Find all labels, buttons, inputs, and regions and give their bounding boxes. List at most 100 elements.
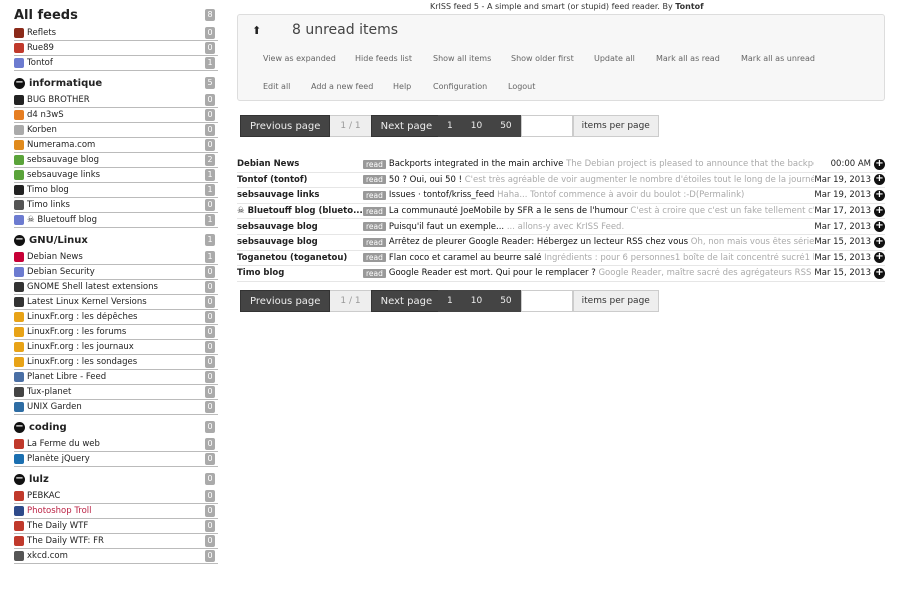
ipp-input[interactable] — [520, 290, 573, 312]
item-source[interactable]: sebsauvage links — [237, 190, 363, 200]
item-text[interactable]: Google Reader est mort. Qui pour le remp… — [389, 268, 814, 278]
author-link[interactable]: Tontof — [675, 2, 703, 11]
group-title[interactable]: − coding — [14, 421, 67, 433]
feed-item[interactable]: xkcd.com 0 — [14, 549, 218, 564]
feed-item[interactable]: Debian Security 0 — [14, 265, 218, 280]
update-all-button[interactable]: Update all — [594, 54, 635, 63]
group-name[interactable]: lulz — [29, 474, 49, 485]
item-text[interactable]: 50 ? Oui, oui 50 ! C'est très agréable d… — [389, 175, 814, 185]
feed-name[interactable]: LinuxFr.org : les journaux — [27, 342, 205, 352]
feed-name[interactable]: The Daily WTF: FR — [27, 536, 205, 546]
feed-item[interactable]: d4 n3wS 0 — [14, 108, 218, 123]
item-title[interactable]: La communauté JoeMobile by SFR a le sens… — [389, 206, 628, 216]
feed-item[interactable]: BUG BROTHER 0 — [14, 93, 218, 108]
feed-item[interactable]: Korben 0 — [14, 123, 218, 138]
feed-name[interactable]: Photoshop Troll — [27, 506, 205, 516]
item-title[interactable]: Puisqu'il faut un exemple... — [389, 222, 504, 232]
feed-name[interactable]: PEBKAC — [27, 491, 205, 501]
expand-icon[interactable]: + — [874, 221, 885, 233]
feed-item[interactable]: sebsauvage links 1 — [14, 168, 218, 183]
feed-name[interactable]: Numerama.com — [27, 140, 205, 150]
ipp-submit-button[interactable]: items per page — [572, 115, 659, 137]
item-source[interactable]: ☠ Bluetouff blog (blueto... — [237, 206, 363, 216]
feed-name[interactable]: d4 n3wS — [27, 110, 205, 120]
feed-name[interactable]: Debian Security — [27, 267, 205, 277]
item-row[interactable]: sebsauvage blog read Puisqu'il faut un exe… — [237, 219, 885, 235]
feed-group-header[interactable]: − coding 0 — [0, 415, 218, 437]
feed-item[interactable]: LinuxFr.org : les dépêches 0 — [14, 310, 218, 325]
show-all-button[interactable]: Show all items — [433, 54, 491, 63]
feed-name[interactable]: Korben — [27, 125, 205, 135]
group-name[interactable]: GNU/Linux — [29, 235, 88, 246]
hide-feeds-button[interactable]: Hide feeds list — [355, 54, 412, 63]
item-row[interactable]: Timo blog read Google Reader est mort. Qui… — [237, 266, 885, 282]
mark-read-button[interactable]: Mark all as read — [656, 54, 720, 63]
feed-item[interactable]: Timo blog 1 — [14, 183, 218, 198]
feed-name[interactable]: sebsauvage blog — [27, 155, 205, 165]
ipp-1-button[interactable]: 1 — [438, 115, 462, 137]
feed-item[interactable]: LinuxFr.org : les sondages 0 — [14, 355, 218, 370]
ipp-50-button[interactable]: 50 — [491, 115, 521, 137]
expand-icon[interactable]: + — [874, 252, 885, 264]
read-toggle-button[interactable]: read — [363, 190, 386, 200]
feed-name[interactable]: LinuxFr.org : les sondages — [27, 357, 205, 367]
mark-unread-button[interactable]: Mark all as unread — [741, 54, 815, 63]
group-name[interactable]: coding — [29, 422, 67, 433]
feed-item[interactable]: Planet Libre - Feed 0 — [14, 370, 218, 385]
group-title[interactable]: − informatique — [14, 77, 102, 89]
item-title[interactable]: Arrêtez de pleurer Google Reader: Héberg… — [389, 237, 688, 247]
feed-item[interactable]: LinuxFr.org : les forums 0 — [14, 325, 218, 340]
item-text[interactable]: Issues · tontof/kriss_feed Haha... Tonto… — [389, 190, 814, 200]
next-page-button[interactable]: Next page — [370, 115, 443, 137]
feed-group-header[interactable]: − informatique 5 — [0, 71, 218, 93]
feed-name[interactable]: Planet Libre - Feed — [27, 372, 205, 382]
item-text[interactable]: Arrêtez de pleurer Google Reader: Héberg… — [389, 237, 814, 247]
show-older-button[interactable]: Show older first — [511, 54, 574, 63]
expand-icon[interactable]: + — [874, 267, 885, 279]
expand-icon[interactable]: + — [874, 189, 885, 201]
add-feed-button[interactable]: Add a new feed — [311, 82, 373, 91]
item-title[interactable]: 50 ? Oui, oui 50 ! — [389, 175, 462, 185]
item-row[interactable]: Tontof (tontof) read 50 ? Oui, oui 50 ! C'… — [237, 173, 885, 189]
ipp-10-button[interactable]: 10 — [461, 115, 492, 137]
feed-item[interactable]: UNIX Garden 0 — [14, 400, 218, 415]
feed-item[interactable]: LinuxFr.org : les journaux 0 — [14, 340, 218, 355]
ipp-input[interactable] — [520, 115, 573, 137]
ipp-10-button[interactable]: 10 — [461, 290, 492, 312]
read-toggle-button[interactable]: read — [363, 222, 386, 232]
item-row[interactable]: sebsauvage blog read Arrêtez de pleurer Go… — [237, 235, 885, 251]
collapse-icon[interactable]: − — [14, 473, 25, 485]
feed-name[interactable]: Tux-planet — [27, 387, 205, 397]
all-feeds-header[interactable]: All feeds 8 — [0, 0, 218, 26]
feed-name[interactable]: LinuxFr.org : les dépêches — [27, 312, 205, 322]
item-row[interactable]: sebsauvage links read Issues · tontof/kris… — [237, 188, 885, 204]
feed-name[interactable]: GNOME Shell latest extensions — [27, 282, 205, 292]
feed-item[interactable]: sebsauvage blog 2 — [14, 153, 218, 168]
expand-icon[interactable]: + — [874, 205, 885, 217]
group-title[interactable]: − lulz — [14, 473, 49, 485]
read-toggle-button[interactable]: read — [363, 253, 386, 263]
collapse-icon[interactable]: − — [14, 421, 25, 433]
collapse-icon[interactable]: − — [14, 77, 25, 89]
feed-name[interactable]: Reflets — [27, 28, 205, 38]
configuration-button[interactable]: Configuration — [433, 82, 487, 91]
feed-name[interactable]: La Ferme du web — [27, 439, 205, 449]
previous-page-button[interactable]: Previous page — [240, 290, 331, 312]
item-text[interactable]: La communauté JoeMobile by SFR a le sens… — [389, 206, 814, 216]
feed-item[interactable]: GNOME Shell latest extensions 0 — [14, 280, 218, 295]
feed-item[interactable]: ☠ Bluetouff blog 1 — [14, 213, 218, 228]
item-title[interactable]: Issues · tontof/kriss_feed — [389, 190, 495, 200]
expand-icon[interactable]: + — [874, 236, 885, 248]
feed-item[interactable]: La Ferme du web 0 — [14, 437, 218, 452]
feed-item[interactable]: Planète jQuery 0 — [14, 452, 218, 467]
feed-group-header[interactable]: − GNU/Linux 1 — [0, 228, 218, 250]
item-title[interactable]: Flan coco et caramel au beurre salé — [389, 253, 542, 263]
read-toggle-button[interactable]: read — [363, 237, 386, 247]
feed-name[interactable]: Latest Linux Kernel Versions — [27, 297, 205, 307]
feed-name[interactable]: Debian News — [27, 252, 205, 262]
logout-button[interactable]: Logout — [508, 82, 535, 91]
next-page-button[interactable]: Next page — [370, 290, 443, 312]
feed-item[interactable]: The Daily WTF: FR 0 — [14, 534, 218, 549]
feed-name[interactable]: BUG BROTHER — [27, 95, 205, 105]
feed-name[interactable]: Timo links — [27, 200, 205, 210]
